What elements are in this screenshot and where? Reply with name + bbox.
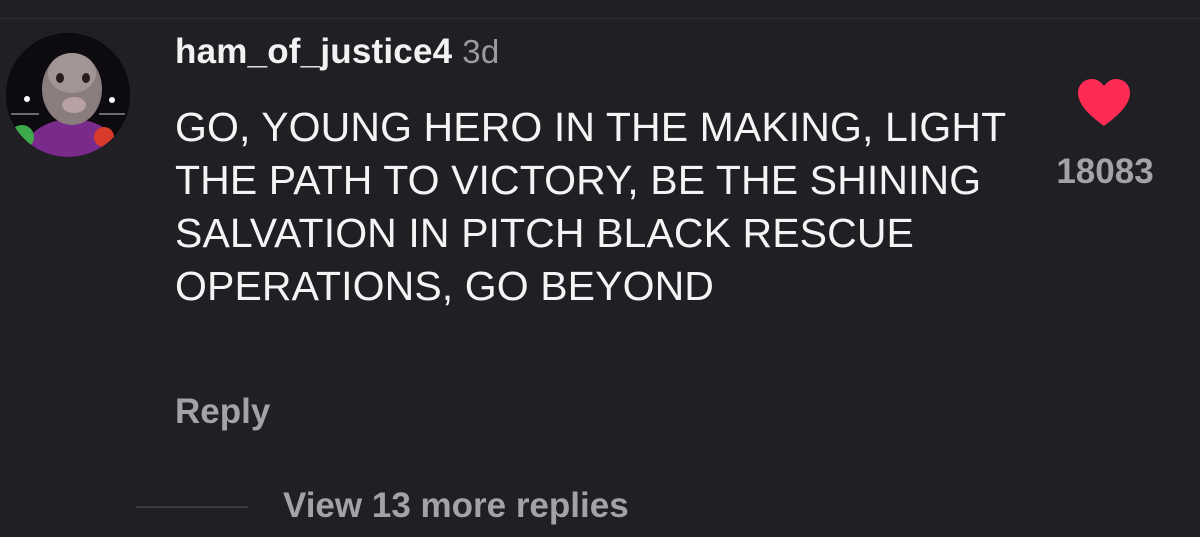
reply-button[interactable]: Reply: [175, 392, 270, 432]
like-count: 18083: [1056, 152, 1154, 191]
heart-icon[interactable]: [1076, 78, 1132, 128]
avatar[interactable]: [6, 33, 130, 157]
comment-text: GO, YOUNG HERO IN THE MAKING, LIGHT THE …: [175, 104, 1006, 309]
comment-header: ham_of_justice4 3d: [175, 32, 499, 72]
comment-item: ham_of_justice4 3d GO, YOUNG HERO IN THE …: [0, 0, 1200, 537]
replies-divider: [136, 506, 248, 508]
avatar-image: [6, 33, 130, 157]
like-area: 18083: [1040, 78, 1170, 198]
comment-timestamp: 3d: [462, 33, 500, 70]
username[interactable]: ham_of_justice4: [175, 32, 452, 71]
view-more-replies-button[interactable]: View 13 more replies: [283, 486, 629, 526]
